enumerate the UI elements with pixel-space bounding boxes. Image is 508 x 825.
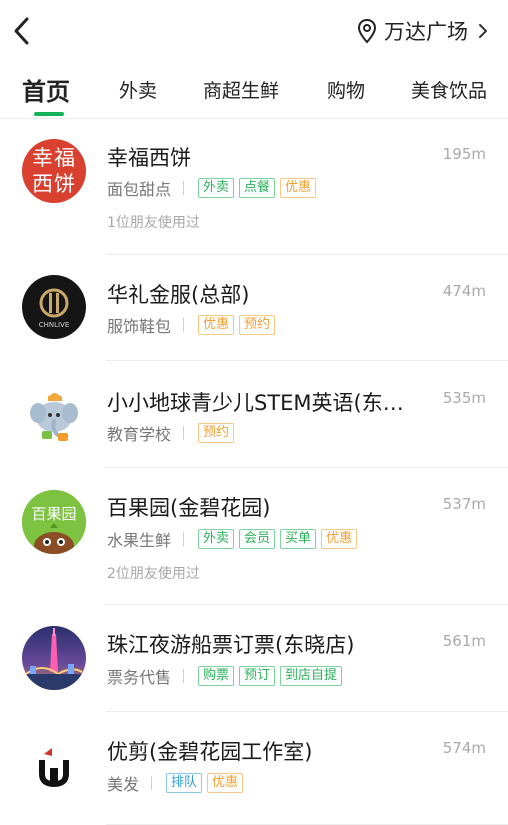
friends-used-text: 1位朋友使用过 (107, 215, 200, 231)
baiguoyuan-logo: 百果园 (22, 490, 86, 554)
shop-item[interactable]: 幸福 西饼 幸福西饼 195m 面包甜点 外卖 点餐 优惠 1位朋友使用过 (0, 118, 508, 255)
location-label: 万达广场 (384, 20, 468, 44)
meta-divider (151, 776, 153, 790)
shop-category: 服饰鞋包 (107, 317, 172, 336)
shop-category: 票务代售 (107, 668, 172, 687)
top-bar: 万达广场 (0, 0, 508, 62)
tag-badge: 购票 (198, 666, 235, 686)
friends-used-text: 2位朋友使用过 (107, 566, 200, 582)
shop-name: 小小地球青少儿STEM英语(东… (107, 391, 404, 415)
chevron-right-icon (479, 24, 487, 38)
tag-badge: 预约 (239, 315, 276, 335)
shop-meta: 教育学校 预约 (107, 422, 239, 444)
shop-meta: 美发 排队 优惠 (107, 772, 248, 794)
tag-badge: 优惠 (321, 529, 358, 549)
shop-item[interactable]: CHNLIVE 华礼金服(总部) 474m 服饰鞋包 优惠 预约 (0, 255, 508, 361)
active-tab-indicator (34, 112, 64, 116)
shop-avatar: CHNLIVE (22, 275, 86, 339)
shop-item[interactable]: 优剪(金碧花园工作室) 574m 美发 排队 优惠 (0, 712, 508, 825)
elephant-mascot-icon (30, 393, 78, 441)
meta-divider (183, 318, 185, 332)
shop-meta: 水果生鲜 外卖 会员 买单 优惠 (107, 528, 362, 550)
logo-text-line: 百果园 (31, 505, 76, 523)
location-pin-icon (357, 18, 377, 44)
shop-avatar: 百果园 (22, 490, 86, 554)
meta-divider (183, 669, 185, 683)
tag-badge: 排队 (166, 773, 203, 793)
back-button[interactable] (10, 14, 36, 48)
logo-text-line: 西饼 (32, 172, 76, 196)
meta-divider (183, 426, 185, 440)
location-selector[interactable]: 万达广场 (356, 16, 490, 46)
shop-meta: 面包甜点 外卖 点餐 优惠 (107, 177, 321, 199)
category-tabs: 首页 外卖 商超生鲜 购物 美食饮品 (0, 62, 508, 118)
shop-name: 优剪(金碧花园工作室) (107, 740, 313, 764)
huali-logo: CHNLIVE (39, 288, 70, 329)
meta-divider (183, 532, 185, 546)
shop-avatar (22, 626, 86, 690)
tab-takeout[interactable]: 外卖 (119, 76, 157, 103)
tag-badge: 点餐 (239, 178, 276, 198)
shop-category: 水果生鲜 (107, 531, 172, 550)
shop-distance: 561m (442, 632, 486, 650)
shop-distance: 195m (442, 145, 486, 163)
logo-caption: CHNLIVE (39, 321, 70, 329)
shop-avatar (22, 383, 86, 447)
tag-badge: 买单 (280, 529, 317, 549)
shop-meta: 服饰鞋包 优惠 预约 (107, 314, 280, 336)
shop-category: 教育学校 (107, 425, 172, 444)
tag-badge: 预约 (198, 423, 235, 443)
tab-supermarket-fresh[interactable]: 商超生鲜 (203, 76, 279, 103)
tag-badge: 会员 (239, 529, 276, 549)
logo-text-line: 幸福 (32, 146, 76, 170)
shop-name: 华礼金服(总部) (107, 283, 250, 307)
shop-distance: 537m (442, 495, 486, 513)
shop-item[interactable]: 百果园 百果园(金碧花园) 537m 水果生鲜 外卖 会员 买单 优惠 2位朋友… (0, 468, 508, 605)
shop-distance: 574m (442, 739, 486, 757)
shop-item[interactable]: 珠江夜游船票订票(东晓店) 561m 票务代售 购票 预订 到店自提 (0, 605, 508, 712)
tag-badge: 优惠 (198, 315, 235, 335)
shop-avatar: 幸福 西饼 (22, 139, 86, 203)
shop-category: 美发 (107, 775, 140, 794)
shop-name: 百果园(金碧花园) (107, 496, 271, 520)
shop-meta: 票务代售 购票 预订 到店自提 (107, 665, 347, 687)
tag-badge: 预订 (239, 666, 276, 686)
tag-badge: 外卖 (198, 529, 235, 549)
tab-home[interactable]: 首页 (22, 72, 70, 107)
shop-avatar (22, 734, 86, 798)
back-arrow-icon (14, 17, 29, 45)
tag-badge: 优惠 (207, 773, 244, 793)
xingfu-xibing-logo: 幸福 西饼 (22, 139, 86, 203)
canton-tower-night-photo (22, 626, 86, 690)
tag-badge: 到店自提 (280, 666, 343, 686)
tab-food-drinks[interactable]: 美食饮品 (411, 76, 487, 103)
shop-name: 珠江夜游船票订票(东晓店) (107, 633, 355, 657)
tab-shopping[interactable]: 购物 (327, 76, 365, 103)
shop-category: 面包甜点 (107, 180, 172, 199)
tag-badge: 外卖 (198, 178, 235, 198)
shop-item[interactable]: 小小地球青少儿STEM英语(东… 535m 教育学校 预约 (0, 361, 508, 468)
shop-distance: 474m (442, 282, 486, 300)
shop-name: 幸福西饼 (107, 146, 191, 170)
youjian-logo (39, 748, 69, 788)
tag-badge: 优惠 (280, 178, 317, 198)
shop-distance: 535m (442, 389, 486, 407)
meta-divider (183, 181, 185, 195)
